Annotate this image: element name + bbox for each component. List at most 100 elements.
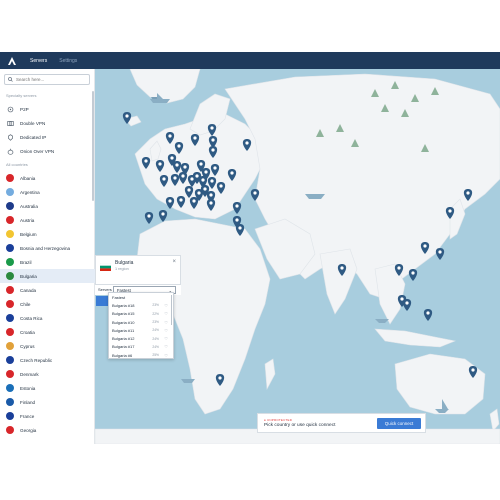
- sidebar-item-label: Belgium: [20, 231, 37, 237]
- dropdown-option-label: Bulgaria #10: [112, 319, 135, 325]
- flag-icon: [6, 328, 14, 336]
- sidebar-item-label: Austria: [20, 217, 35, 223]
- flag-icon: [6, 272, 14, 280]
- sidebar-item-onion-over-vpn[interactable]: Onion Over VPN: [0, 144, 95, 158]
- flag-icon: [6, 230, 14, 238]
- dropdown-option[interactable]: Bulgaria #18 23% ♡: [109, 301, 173, 309]
- dedicated-ip-icon: [6, 133, 14, 141]
- tab-settings[interactable]: Settings: [59, 58, 77, 64]
- flag-icon: [6, 370, 14, 378]
- dropdown-option[interactable]: Bulgaria #15 22% ♡: [109, 310, 173, 318]
- server-pin-icon[interactable]: [402, 299, 412, 311]
- flag-icon: [6, 300, 14, 308]
- dropdown-option[interactable]: Bulgaria #6 25% ♡: [109, 351, 173, 359]
- tab-servers[interactable]: Servers: [30, 58, 47, 64]
- flag-icon: [6, 202, 14, 210]
- status-message: Pick country or use quick connect: [264, 423, 336, 428]
- onion-icon: [6, 147, 14, 155]
- dropdown-scrollbar[interactable]: [170, 295, 172, 325]
- search-box[interactable]: [4, 74, 90, 85]
- server-pin-icon[interactable]: [423, 309, 433, 321]
- dropdown-option[interactable]: Bulgaria #10 23% ♡: [109, 318, 173, 326]
- server-load: 24%: [152, 336, 159, 341]
- sidebar: Specialty servers P2P Double VPN Dedicat…: [0, 69, 95, 444]
- sidebar-item-label: Bosnia and Herzegovina: [20, 245, 71, 251]
- server-pin-icon[interactable]: [232, 202, 242, 214]
- dropdown-option-label: Bulgaria #15: [112, 311, 135, 317]
- sidebar-item-country[interactable]: Czech Republic: [0, 353, 95, 367]
- sidebar-item-country[interactable]: Albania: [0, 171, 95, 185]
- sidebar-item-country[interactable]: Argentina: [0, 185, 95, 199]
- sidebar-item-country[interactable]: Finland: [0, 395, 95, 409]
- sidebar-item-country[interactable]: Costa Rica: [0, 311, 95, 325]
- connect-button[interactable]: [96, 296, 108, 306]
- sidebar-item-country[interactable]: Estonia: [0, 381, 95, 395]
- sidebar-item-country[interactable]: Chile: [0, 297, 95, 311]
- sidebar-item-p2p[interactable]: P2P: [0, 102, 95, 116]
- sidebar-item-label: Albania: [20, 175, 36, 181]
- sidebar-item-country[interactable]: Cyprus: [0, 339, 95, 353]
- dropdown-option[interactable]: Bulgaria #17 24% ♡: [109, 343, 173, 351]
- flag-icon: [6, 216, 14, 224]
- server-load: 23%: [152, 320, 159, 325]
- top-bar: Servers Settings: [0, 52, 500, 69]
- dropdown-option-label: Bulgaria #11: [112, 327, 135, 333]
- server-pin-icon[interactable]: [435, 248, 445, 260]
- server-pin-icon[interactable]: [158, 210, 168, 222]
- favorite-icon[interactable]: ♡: [164, 303, 168, 308]
- dropdown-option-label: Bulgaria #12: [112, 336, 135, 342]
- favorite-icon[interactable]: ♡: [164, 311, 168, 316]
- flag-icon: [6, 314, 14, 322]
- sidebar-scrollbar[interactable]: [92, 91, 94, 201]
- favorite-icon[interactable]: ♡: [164, 320, 168, 325]
- sidebar-item-label: Australia: [20, 203, 38, 209]
- favorite-icon[interactable]: ♡: [164, 353, 168, 358]
- sidebar-item-label: Croatia: [20, 329, 35, 335]
- sidebar-item-double-vpn[interactable]: Double VPN: [0, 116, 95, 130]
- flag-icon: [6, 412, 14, 420]
- section-all-countries: All countries: [6, 162, 28, 167]
- connection-status-bar: ● UNPROTECTED Pick country or use quick …: [257, 413, 426, 433]
- server-load: 24%: [152, 344, 159, 349]
- server-pin-icon[interactable]: [144, 212, 154, 224]
- favorite-icon[interactable]: ♡: [164, 328, 168, 333]
- sidebar-item-dedicated-ip[interactable]: Dedicated IP: [0, 130, 95, 144]
- flag-icon: [6, 244, 14, 252]
- server-list: Specialty servers P2P Double VPN Dedicat…: [0, 89, 95, 437]
- dropdown-option[interactable]: Fastest: [109, 293, 173, 301]
- close-icon[interactable]: ×: [172, 259, 176, 265]
- flag-icon: [6, 286, 14, 294]
- server-load: 22%: [152, 311, 159, 316]
- dropdown-option[interactable]: Bulgaria #12 24% ♡: [109, 334, 173, 342]
- sidebar-item-label: Dedicated IP: [20, 134, 47, 140]
- dropdown-option-label: Fastest: [112, 294, 126, 300]
- server-pin-icon[interactable]: [408, 269, 418, 281]
- sidebar-item-label: Cyprus: [20, 343, 35, 349]
- sidebar-item-label: Double VPN: [20, 120, 46, 126]
- search-icon: [8, 77, 13, 82]
- favorite-icon[interactable]: ♡: [164, 336, 168, 341]
- sidebar-item-label: Estonia: [20, 385, 36, 391]
- sidebar-item-country[interactable]: Bulgaria: [0, 269, 95, 283]
- dropdown-option-label: Bulgaria #6: [112, 352, 133, 358]
- sidebar-item-country[interactable]: Australia: [0, 199, 95, 213]
- sidebar-item-country[interactable]: Croatia: [0, 325, 95, 339]
- sidebar-item-label: P2P: [20, 106, 29, 112]
- sidebar-item-country[interactable]: Brazil: [0, 255, 95, 269]
- sidebar-item-label: Bulgaria: [20, 273, 37, 279]
- sidebar-item-country[interactable]: France: [0, 409, 95, 423]
- flag-icon: [6, 174, 14, 182]
- favorite-icon[interactable]: ♡: [164, 344, 168, 349]
- sidebar-item-country[interactable]: Belgium: [0, 227, 95, 241]
- sidebar-item-country[interactable]: Bosnia and Herzegovina: [0, 241, 95, 255]
- sidebar-item-label: Georgia: [20, 427, 37, 433]
- quick-connect-button[interactable]: Quick connect: [377, 418, 421, 429]
- dropdown-option[interactable]: Bulgaria #11 24% ♡: [109, 326, 173, 334]
- sidebar-item-country[interactable]: Canada: [0, 283, 95, 297]
- search-input[interactable]: [16, 77, 86, 82]
- sidebar-item-country[interactable]: Georgia: [0, 423, 95, 437]
- double-vpn-icon: [6, 119, 14, 127]
- country-popup: Bulgaria 1 region ×: [95, 255, 181, 285]
- sidebar-item-country[interactable]: Denmark: [0, 367, 95, 381]
- sidebar-item-country[interactable]: Austria: [0, 213, 95, 227]
